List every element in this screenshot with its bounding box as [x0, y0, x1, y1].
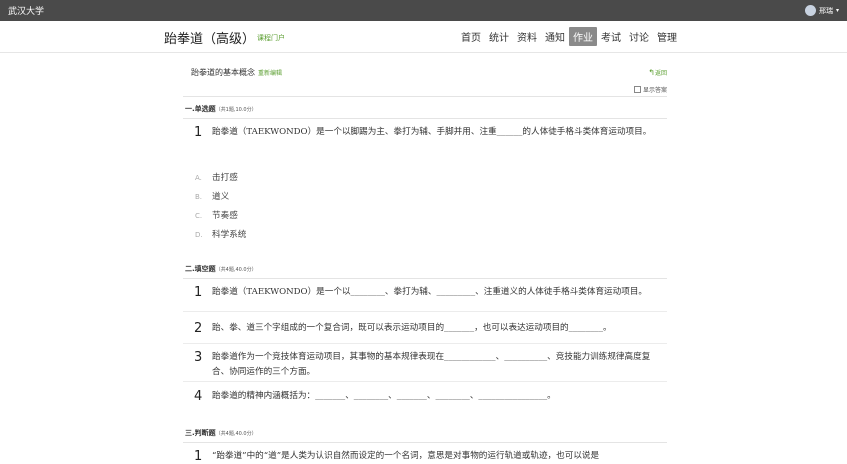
- nav-item-homework[interactable]: 作业: [569, 27, 597, 46]
- section-title-true-false: 三.判断题（共4题,40.0分）: [185, 428, 257, 438]
- question-text: 跆、拳、道三个字组成的一个复合词，既可以表示运动项目的_______，也可以表达…: [212, 323, 612, 333]
- section-meta: （共1题,10.0分）: [215, 107, 257, 113]
- option-item[interactable]: C. 节奏感: [195, 209, 238, 221]
- question-number: 3: [194, 350, 203, 365]
- back-link[interactable]: ↰返回: [648, 68, 667, 77]
- question-text: 跆拳道的精神内涵概括为：_______、________、_______、___…: [212, 391, 556, 401]
- divider: [183, 381, 667, 382]
- option-letter: B.: [195, 193, 203, 201]
- question-number: 1: [194, 449, 203, 464]
- user-name[interactable]: 邢瑞: [819, 6, 833, 16]
- course-portal-link[interactable]: 课程门户: [257, 33, 285, 43]
- option-item[interactable]: B. 道义: [195, 190, 229, 202]
- show-answer-checkbox[interactable]: [633, 86, 641, 93]
- divider: [183, 343, 667, 344]
- nav-item-discussion[interactable]: 讨论: [625, 27, 653, 46]
- site-brand[interactable]: 武汉大学: [8, 4, 44, 17]
- section-meta: （共4题,40.0分）: [215, 431, 257, 437]
- chevron-down-icon[interactable]: ▾: [836, 7, 839, 14]
- option-letter: A.: [195, 174, 202, 182]
- user-menu[interactable]: 邢瑞 ▾: [804, 3, 839, 18]
- section-title-text: 一.单选题: [185, 105, 216, 113]
- nav-item-home[interactable]: 首页: [457, 27, 485, 46]
- show-answer-toggle[interactable]: 显示答案: [633, 85, 667, 94]
- show-answer-label[interactable]: 显示答案: [643, 85, 667, 94]
- question-number: 1: [194, 285, 203, 300]
- option-text: 节奏感: [212, 211, 238, 221]
- top-bar: 武汉大学 邢瑞 ▾: [0, 0, 847, 21]
- divider: [183, 96, 667, 97]
- course-nav: 首页 统计 资料 通知 作业 考试 讨论 管理: [457, 27, 681, 46]
- nav-item-stats[interactable]: 统计: [485, 27, 513, 46]
- question-text: 跆拳道（TAEKWONDO）是一个以________、拳打为辅、________…: [212, 287, 648, 297]
- nav-item-notices[interactable]: 通知: [541, 27, 569, 46]
- question-text: “跆拳道”中的“道”是人类为认识自然而设定的一个名词，意思是对事物的运行轨道或轨…: [212, 451, 600, 461]
- page-title: 跆拳道的基本概念: [191, 68, 255, 77]
- option-letter: D.: [195, 231, 203, 239]
- nav-item-resources[interactable]: 资料: [513, 27, 541, 46]
- retake-link[interactable]: 重新编辑: [258, 68, 282, 77]
- divider: [183, 442, 667, 443]
- section-meta: （共4题,40.0分）: [215, 267, 257, 273]
- back-label[interactable]: 返回: [655, 70, 667, 77]
- nav-item-manage[interactable]: 管理: [653, 27, 681, 46]
- course-title: 跆拳道（高级）: [164, 32, 256, 47]
- option-item[interactable]: D. 科学系统: [195, 228, 246, 240]
- question-number: 2: [194, 321, 203, 336]
- divider: [183, 278, 667, 279]
- question-text: 跆拳道（TAEKWONDO）是一个以脚踢为主、拳打为辅、手脚并用、注重_____…: [212, 127, 652, 137]
- section-title-text: 三.判断题: [185, 429, 216, 437]
- option-text: 击打感: [212, 173, 238, 183]
- section-title-fill-blank: 二.填空题（共4题,40.0分）: [185, 264, 257, 274]
- divider: [183, 118, 667, 119]
- course-header: 跆拳道（高级） 课程门户 首页 统计 资料 通知 作业 考试 讨论 管理: [0, 21, 847, 53]
- question-text: 跆拳道作为一个竞技体育运动项目，其事物的基本规律表现在____________、…: [212, 352, 651, 377]
- option-text: 科学系统: [212, 230, 247, 240]
- divider: [183, 311, 667, 312]
- avatar[interactable]: [804, 5, 816, 16]
- back-arrow-icon[interactable]: ↰: [648, 68, 655, 77]
- question-number: 1: [194, 125, 203, 140]
- section-title-single-choice: 一.单选题（共1题,10.0分）: [185, 104, 257, 114]
- nav-item-exams[interactable]: 考试: [597, 27, 625, 46]
- homework-content: 跆拳道的基本概念 重新编辑 ↰返回 显示答案 一.单选题（共1题,10.0分） …: [183, 52, 667, 464]
- option-item[interactable]: A. 击打感: [195, 171, 238, 183]
- question-number: 4: [194, 389, 203, 404]
- option-text: 道义: [212, 192, 230, 202]
- option-letter: C.: [195, 212, 203, 220]
- section-title-text: 二.填空题: [185, 265, 216, 273]
